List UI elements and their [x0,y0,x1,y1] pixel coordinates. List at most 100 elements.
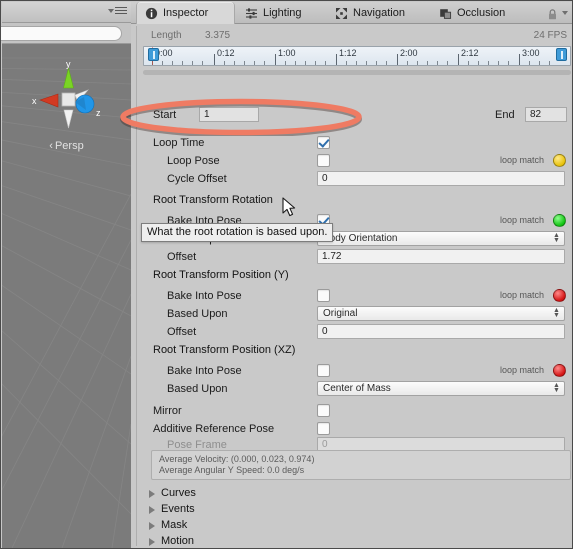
loop-time-row[interactable]: Loop Time [137,134,570,152]
svg-text:x: x [32,96,37,106]
offset-input[interactable]: 0 [317,324,565,339]
loop-match-indicator [553,214,566,227]
root-position-y-offset-row[interactable]: Offset 0 [137,323,570,341]
tab-bar: Inspector Lighting Navigation Occlusion [131,2,572,24]
offset-label: Offset [167,251,197,263]
based-upon-label: Based Upon [167,308,228,320]
average-angular-speed-text: Average Angular Y Speed: 0.0 deg/s [159,465,305,475]
start-input[interactable]: 1 [199,107,259,122]
clip-stats-box: Average Velocity: (0.000, 0.023, 0.974) … [151,450,571,480]
tick-label: 1:12 [339,48,357,58]
triangle-right-icon [149,490,155,498]
svg-text:y: y [66,62,71,69]
scene-viewport[interactable]: x y z ‹ Persp [2,44,131,548]
loop-match-label: loop match [499,365,544,375]
foldout-motion[interactable]: Motion [137,534,570,548]
scene-toolbar [2,2,131,23]
foldout-mask[interactable]: Mask [137,518,570,534]
loop-time-label: Loop Time [153,137,205,149]
timeline-scrollbar[interactable] [143,70,571,75]
bake-into-pose-label: Bake Into Pose [167,290,242,302]
projection-mode-text: Persp [54,140,84,152]
offset-input[interactable]: 1.72 [317,249,565,264]
foldout-curves[interactable]: Curves [137,486,570,502]
triangle-right-icon [149,538,155,546]
tab-label: Lighting [263,7,302,19]
triangle-right-icon [149,506,155,514]
foldout-label: Curves [161,487,196,499]
chevron-down-icon[interactable] [562,11,568,15]
scene-gizmo[interactable]: x y z [30,62,106,138]
inspector-panel: Inspector Lighting Navigation Occlusion … [131,2,572,548]
info-icon [145,7,158,20]
occlusion-icon [439,7,452,20]
svg-text:z: z [96,108,101,118]
based-upon-dropdown[interactable]: Center of Mass ▲ ▼ [317,381,565,396]
foldout-events[interactable]: Events [137,502,570,518]
foldout-label: Motion [161,535,195,547]
tab-inspector[interactable]: Inspector [136,2,235,24]
loop-match-indicator [553,364,566,377]
bake-into-pose-label: Bake Into Pose [167,365,242,377]
tab-navigation[interactable]: Navigation [327,2,414,24]
loop-match-indicator [553,289,566,302]
based-upon-dropdown[interactable]: Original ▲ ▼ [317,306,565,321]
end-marker-handle[interactable] [556,48,567,61]
range-row: Start 1 End 82 [137,106,570,124]
tab-lighting[interactable]: Lighting [237,2,311,24]
additive-reference-pose-checkbox[interactable] [317,422,330,435]
loop-pose-label: Loop Pose [167,155,220,167]
tick-label: 1:00 [278,48,296,58]
length-value: 3.375 [205,30,231,41]
loop-match-label: loop match [499,290,544,300]
mirror-checkbox[interactable] [317,404,330,417]
tooltip: What the root rotation is based upon. [141,223,334,242]
projection-arrow-icon: ‹ [49,140,53,152]
chevron-updown-icon: ▲ ▼ [553,232,560,244]
root-position-y-basedupon-row[interactable]: Based Upon Original ▲ ▼ [137,305,570,323]
mirror-row[interactable]: Mirror [137,402,570,420]
loop-pose-row[interactable]: Loop Pose loop match [137,152,570,170]
tab-label: Navigation [353,7,405,19]
foldout-label: Mask [161,519,188,531]
sliders-icon [245,7,258,20]
search-input[interactable] [1,26,122,41]
lock-icon[interactable] [548,7,557,20]
timeline-block: Length 3.375 24 FPS 0:00 0:12 1:00 1:12 [143,30,571,75]
animation-clip-editor: Length 3.375 24 FPS 0:00 0:12 1:00 1:12 [136,26,571,548]
projection-mode-label[interactable]: ‹ Persp [2,140,131,152]
tick-label: 2:12 [461,48,479,58]
navigation-icon [335,7,348,20]
root-position-xz-section-header: Root Transform Position (XZ) [137,344,570,362]
start-marker-handle[interactable] [148,48,159,61]
chevron-down-icon[interactable] [108,9,114,13]
offset-label: Offset [167,326,197,338]
root-position-xz-bake-row[interactable]: Bake Into Pose loop match [137,362,570,380]
root-position-y-bake-row[interactable]: Bake Into Pose loop match [137,287,570,305]
loop-match-indicator [553,154,566,167]
root-rotation-section-header: Root Transform Rotation [137,194,570,212]
tab-occlusion[interactable]: Occlusion [431,2,514,24]
root-rotation-offset-row[interactable]: Offset 1.72 [137,248,570,266]
start-label: Start [153,109,177,121]
foldout-label: Events [161,503,195,515]
foldout-list: Curves Events Mask Motion [137,486,570,548]
end-label: End [495,109,515,121]
cycle-offset-row[interactable]: Cycle Offset 0 [137,170,570,188]
based-upon-dropdown[interactable]: Body Orientation ▲ ▼ [317,231,565,246]
timeline-ruler[interactable]: 0:00 0:12 1:00 1:12 2:00 2:12 3:00 [143,46,571,66]
loop-time-checkbox[interactable] [317,136,330,149]
bake-into-pose-checkbox[interactable] [317,289,330,302]
triangle-right-icon [149,522,155,530]
timeline-scrollbar-thumb[interactable] [143,70,571,75]
additive-reference-pose-label: Additive Reference Pose [153,423,275,435]
hamburger-menu-icon[interactable] [115,7,127,17]
cycle-offset-input[interactable]: 0 [317,171,565,186]
loop-pose-checkbox[interactable] [317,154,330,167]
end-input[interactable]: 82 [525,107,567,122]
bake-into-pose-checkbox[interactable] [317,364,330,377]
cycle-offset-label: Cycle Offset [167,173,227,185]
dropdown-value: Original [323,308,358,319]
fps-value: 24 FPS [533,30,567,41]
root-position-xz-basedupon-row[interactable]: Based Upon Center of Mass ▲ ▼ [137,380,570,398]
